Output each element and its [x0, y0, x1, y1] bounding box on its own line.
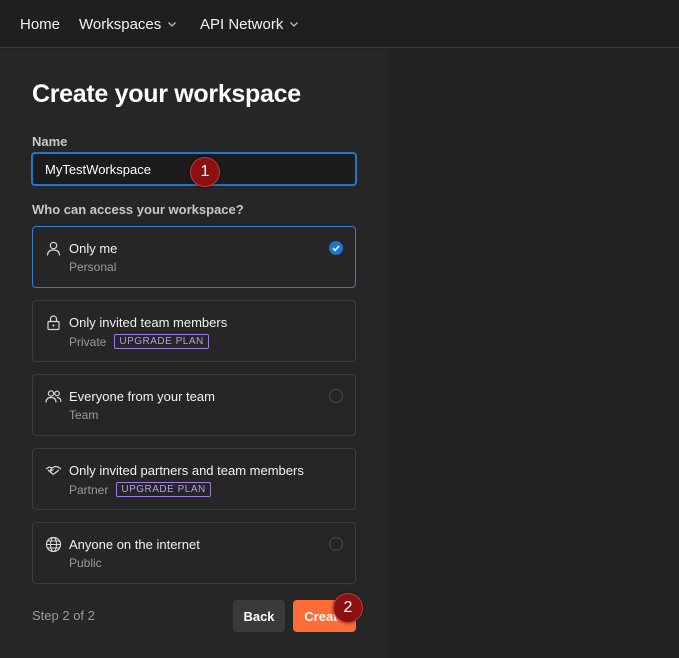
name-field-label: Name — [32, 134, 68, 149]
upgrade-plan-badge[interactable]: UPGRADE PLAN — [114, 334, 209, 349]
chevron-down-icon — [290, 22, 299, 27]
annotation-marker-1: 1 — [190, 157, 220, 187]
person-icon — [46, 241, 61, 256]
access-option-only-me[interactable]: Only me Personal — [32, 226, 356, 288]
access-option-private[interactable]: Only invited team members Private UPGRAD… — [32, 300, 356, 362]
option-title: Only invited team members — [69, 315, 228, 330]
option-title: Anyone on the internet — [69, 537, 200, 552]
access-question-label: Who can access your workspace? — [32, 202, 244, 217]
option-subtitle: Partner — [69, 482, 109, 497]
page-title: Create your workspace — [32, 80, 301, 108]
upgrade-plan-badge[interactable]: UPGRADE PLAN — [116, 482, 211, 497]
globe-icon — [45, 536, 62, 553]
nav-api-network-label: API Network — [200, 15, 284, 33]
option-subtitle: Team — [69, 408, 99, 422]
nav-api-network[interactable]: API Network — [200, 14, 299, 34]
option-subtitle: Private — [69, 334, 107, 349]
nav-home-label: Home — [20, 15, 61, 33]
access-option-public[interactable]: Anyone on the internet Public — [32, 522, 356, 584]
selected-check-icon[interactable] — [329, 241, 343, 255]
back-button[interactable]: Back — [233, 600, 285, 632]
annotation-marker-2: 2 — [333, 593, 363, 623]
nav-home[interactable]: Home — [20, 14, 60, 34]
empty-content-area — [388, 49, 679, 658]
option-title: Only me — [69, 241, 118, 256]
access-option-partner[interactable]: Only invited partners and team members P… — [32, 448, 356, 510]
option-subtitle: Public — [69, 556, 102, 570]
option-subtitle: Personal — [69, 260, 117, 274]
handshake-icon — [45, 465, 62, 475]
top-nav-bar: Home Workspaces API Network — [0, 0, 679, 48]
option-title: Everyone from your team — [69, 389, 215, 404]
step-indicator: Step 2 of 2 — [32, 608, 95, 623]
chevron-down-icon — [168, 22, 177, 27]
option-title: Only invited partners and team members — [69, 463, 304, 478]
team-icon — [45, 390, 62, 403]
nav-workspaces[interactable]: Workspaces — [79, 14, 177, 34]
nav-workspaces-label: Workspaces — [79, 15, 162, 33]
radio-button[interactable] — [329, 389, 343, 403]
access-option-team[interactable]: Everyone from your team Team — [32, 374, 356, 436]
lock-icon — [47, 315, 60, 331]
radio-button[interactable] — [329, 537, 343, 551]
